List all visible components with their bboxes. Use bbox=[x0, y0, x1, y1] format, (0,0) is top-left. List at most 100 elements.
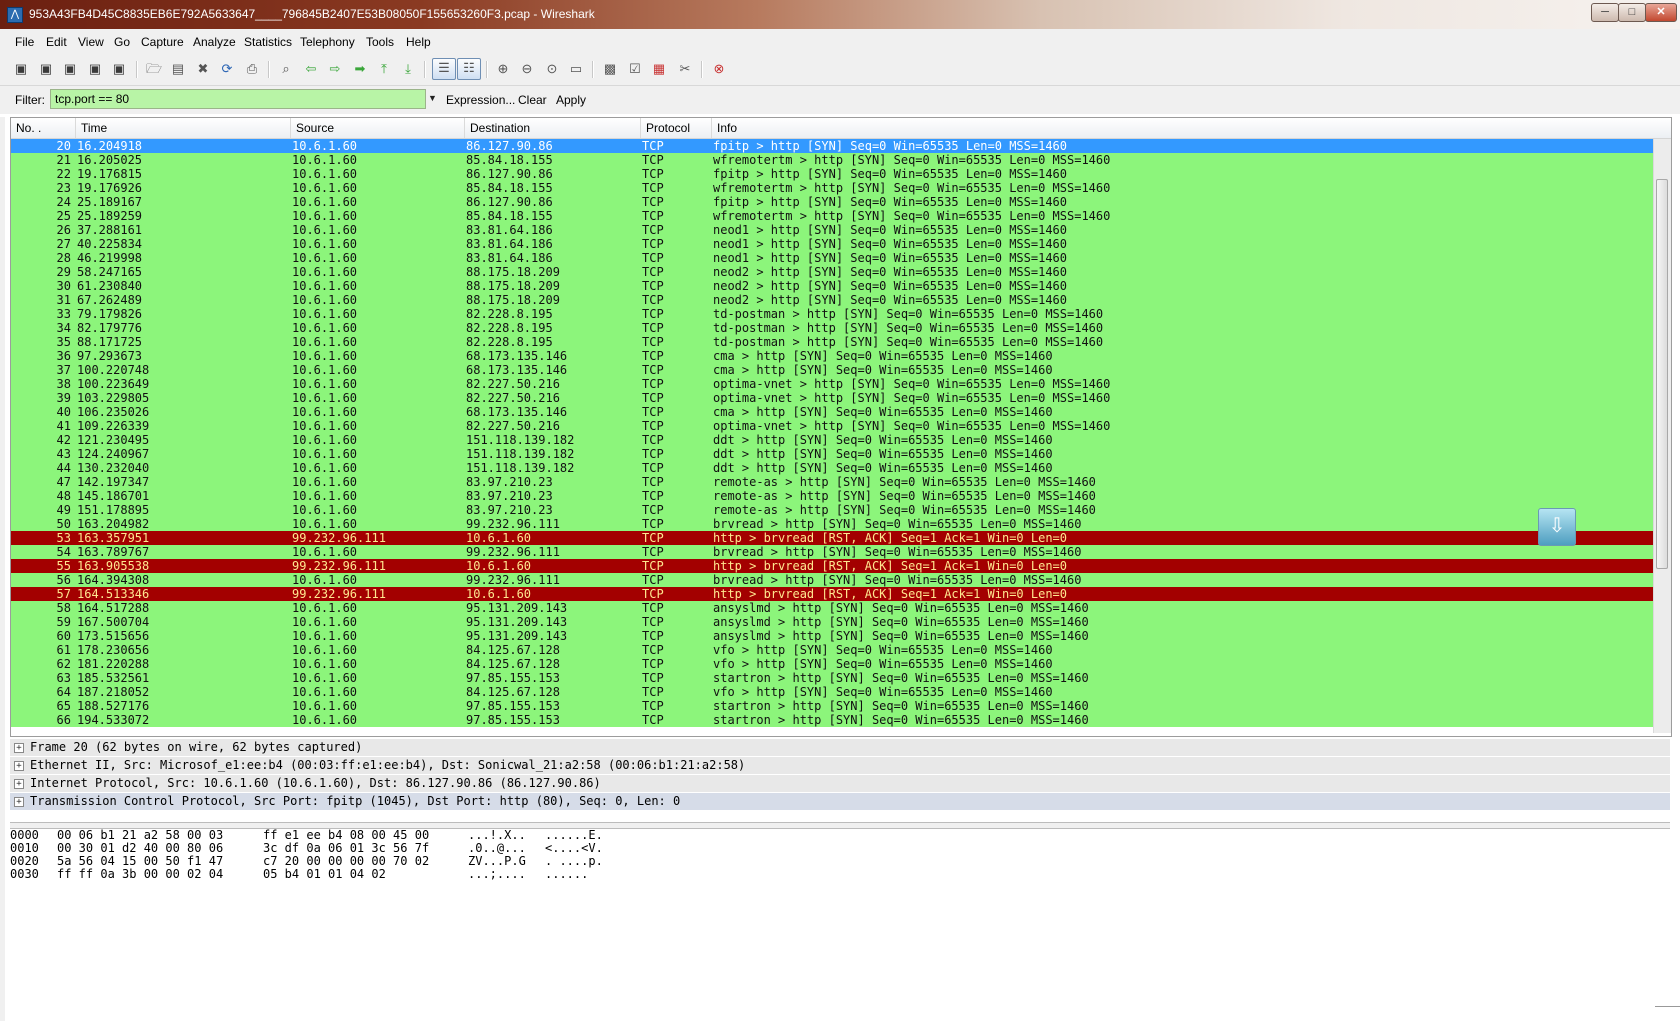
hex-line[interactable]: 0030 ff ff 0a 3b 00 00 02 04 05 b4 01 01 0… bbox=[10, 868, 1670, 881]
packet-row[interactable]: 33 79.179826 10.6.1.60 82.228.8.195 TCP td-po… bbox=[11, 307, 1671, 321]
packet-row[interactable]: 62 181.220288 10.6.1.60 84.125.67.128 TCP vfo… bbox=[11, 657, 1671, 671]
clear-button[interactable]: Clear bbox=[518, 93, 547, 107]
packet-row[interactable]: 58 164.517288 10.6.1.60 95.131.209.143 TCP an… bbox=[11, 601, 1671, 615]
packet-row[interactable]: 56 164.394308 10.6.1.60 99.232.96.111 TCP brv… bbox=[11, 573, 1671, 587]
menu-telephony[interactable]: Telephony bbox=[300, 35, 355, 49]
column-protocol[interactable]: Protocol bbox=[641, 118, 712, 138]
column-time[interactable]: Time bbox=[76, 118, 291, 138]
detail-tree-item[interactable]: + Transmission Control Protocol, Src Port… bbox=[10, 793, 1670, 811]
packet-row[interactable]: 65 188.527176 10.6.1.60 97.85.155.153 TCP sta… bbox=[11, 699, 1671, 713]
packet-row[interactable]: 35 88.171725 10.6.1.60 82.228.8.195 TCP td-po… bbox=[11, 335, 1671, 349]
packet-list-scrollbar[interactable] bbox=[1653, 139, 1671, 733]
packet-row[interactable]: 41 109.226339 10.6.1.60 82.227.50.216 TCP opt… bbox=[11, 419, 1671, 433]
menu-file[interactable]: File bbox=[15, 35, 34, 49]
packet-row[interactable]: 24 25.189167 10.6.1.60 86.127.90.86 TCP fpitp… bbox=[11, 195, 1671, 209]
apply-button[interactable]: Apply bbox=[556, 93, 586, 107]
filter-input[interactable] bbox=[50, 89, 426, 109]
packet-row[interactable]: 60 173.515656 10.6.1.60 95.131.209.143 TCP an… bbox=[11, 629, 1671, 643]
packet-row[interactable]: 25 25.189259 10.6.1.60 85.84.18.155 TCP wfrem… bbox=[11, 209, 1671, 223]
menu-view[interactable]: View bbox=[78, 35, 104, 49]
hex-line[interactable]: 0010 00 30 01 d2 40 00 80 06 3c df 0a 06 0… bbox=[10, 842, 1670, 855]
packet-row[interactable]: 36 97.293673 10.6.1.60 68.173.135.146 TCP cma… bbox=[11, 349, 1671, 363]
minimize-button[interactable]: ─ bbox=[1591, 3, 1619, 22]
close-file-icon[interactable]: ✖ bbox=[194, 60, 212, 78]
packet-row[interactable]: 50 163.204982 10.6.1.60 99.232.96.111 TCP brv… bbox=[11, 517, 1671, 531]
packet-row[interactable]: 64 187.218052 10.6.1.60 84.125.67.128 TCP vfo… bbox=[11, 685, 1671, 699]
print-icon[interactable]: ⎙ bbox=[243, 60, 261, 78]
auto-scroll-icon[interactable]: ☷ bbox=[457, 58, 481, 80]
packet-row[interactable]: 20 16.204918 10.6.1.60 86.127.90.86 TCP fpitp… bbox=[11, 139, 1671, 153]
first-packet-icon[interactable]: ⤒ bbox=[375, 60, 393, 78]
colorize-icon[interactable]: ☰ bbox=[432, 58, 456, 80]
packet-row[interactable]: 53 163.357951 99.232.96.111 10.6.1.60 TCP htt… bbox=[11, 531, 1671, 545]
packet-row[interactable]: 22 19.176815 10.6.1.60 86.127.90.86 TCP fpitp… bbox=[11, 167, 1671, 181]
preferences-icon[interactable]: ✂ bbox=[676, 60, 694, 78]
packet-row[interactable]: 48 145.186701 10.6.1.60 83.97.210.23 TCP remo… bbox=[11, 489, 1671, 503]
reload-icon[interactable]: ⟳ bbox=[218, 60, 236, 78]
display-filters-icon[interactable]: ☑ bbox=[626, 60, 644, 78]
go-to-packet-icon[interactable]: ➡ bbox=[351, 60, 369, 78]
go-back-icon[interactable]: ⇦ bbox=[302, 60, 320, 78]
packet-row[interactable]: 44 130.232040 10.6.1.60 151.118.139.182 TCP d… bbox=[11, 461, 1671, 475]
scroll-to-end-icon[interactable]: ⇩ bbox=[1538, 508, 1576, 546]
capture-start-icon[interactable]: ▣ bbox=[61, 60, 79, 78]
menu-edit[interactable]: Edit bbox=[46, 35, 67, 49]
expand-plus-icon[interactable]: + bbox=[14, 797, 24, 807]
menu-tools[interactable]: Tools bbox=[366, 35, 394, 49]
capture-restart-icon[interactable]: ▣ bbox=[110, 60, 128, 78]
find-packet-icon[interactable]: ⌕ bbox=[277, 60, 295, 78]
packet-row[interactable]: 40 106.235026 10.6.1.60 68.173.135.146 TCP cm… bbox=[11, 405, 1671, 419]
maximize-button[interactable]: □ bbox=[1618, 3, 1646, 22]
packet-row[interactable]: 23 19.176926 10.6.1.60 85.84.18.155 TCP wfrem… bbox=[11, 181, 1671, 195]
filter-dropdown-icon[interactable]: ▼ bbox=[428, 93, 437, 103]
packet-row[interactable]: 38 100.223649 10.6.1.60 82.227.50.216 TCP opt… bbox=[11, 377, 1671, 391]
detail-tree-item[interactable]: + Frame 20 (62 bytes on wire, 62 bytes ca… bbox=[10, 739, 1670, 757]
capture-filters-icon[interactable]: ▩ bbox=[601, 60, 619, 78]
zoom-in-icon[interactable]: ⊕ bbox=[494, 60, 512, 78]
packet-row[interactable]: 54 163.789767 10.6.1.60 99.232.96.111 TCP brv… bbox=[11, 545, 1671, 559]
packet-row[interactable]: 39 103.229805 10.6.1.60 82.227.50.216 TCP opt… bbox=[11, 391, 1671, 405]
resize-grip[interactable] bbox=[1655, 1006, 1680, 1007]
column-source[interactable]: Source bbox=[291, 118, 465, 138]
hex-line[interactable]: 0020 5a 56 04 15 00 50 f1 47 c7 20 00 00 0… bbox=[10, 855, 1670, 868]
packet-row[interactable]: 61 178.230656 10.6.1.60 84.125.67.128 TCP vfo… bbox=[11, 643, 1671, 657]
menu-analyze[interactable]: Analyze bbox=[193, 35, 236, 49]
save-file-icon[interactable]: ▤ bbox=[169, 60, 187, 78]
packet-row[interactable]: 27 40.225834 10.6.1.60 83.81.64.186 TCP neod1… bbox=[11, 237, 1671, 251]
scrollbar-thumb[interactable] bbox=[1656, 179, 1668, 569]
zoom-normal-icon[interactable]: ⊙ bbox=[543, 60, 561, 78]
packet-row[interactable]: 26 37.288161 10.6.1.60 83.81.64.186 TCP neod1… bbox=[11, 223, 1671, 237]
menu-statistics[interactable]: Statistics bbox=[244, 35, 292, 49]
menu-help[interactable]: Help bbox=[406, 35, 431, 49]
capture-stop-icon[interactable]: ▣ bbox=[86, 60, 104, 78]
packet-row[interactable]: 30 61.230840 10.6.1.60 88.175.18.209 TCP neod… bbox=[11, 279, 1671, 293]
packet-row[interactable]: 34 82.179776 10.6.1.60 82.228.8.195 TCP td-po… bbox=[11, 321, 1671, 335]
packet-row[interactable]: 43 124.240967 10.6.1.60 151.118.139.182 TCP d… bbox=[11, 447, 1671, 461]
detail-tree-item[interactable]: + Internet Protocol, Src: 10.6.1.60 (10.6… bbox=[10, 775, 1670, 793]
resize-columns-icon[interactable]: ▭ bbox=[567, 60, 585, 78]
packet-row[interactable]: 49 151.178895 10.6.1.60 83.97.210.23 TCP remo… bbox=[11, 503, 1671, 517]
packet-row[interactable]: 59 167.500704 10.6.1.60 95.131.209.143 TCP an… bbox=[11, 615, 1671, 629]
expression-button[interactable]: Expression... bbox=[446, 93, 515, 107]
menu-go[interactable]: Go bbox=[114, 35, 130, 49]
interfaces-icon[interactable]: ▣ bbox=[12, 60, 30, 78]
open-file-icon[interactable]: 🗁 bbox=[145, 60, 163, 78]
packet-row[interactable]: 31 67.262489 10.6.1.60 88.175.18.209 TCP neod… bbox=[11, 293, 1671, 307]
expand-plus-icon[interactable]: + bbox=[14, 779, 24, 789]
close-button[interactable]: ✕ bbox=[1645, 3, 1677, 22]
help-icon[interactable]: ⊗ bbox=[710, 60, 728, 78]
expand-plus-icon[interactable]: + bbox=[14, 761, 24, 771]
menu-capture[interactable]: Capture bbox=[141, 35, 184, 49]
packet-row[interactable]: 28 46.219998 10.6.1.60 83.81.64.186 TCP neod1… bbox=[11, 251, 1671, 265]
packet-row[interactable]: 66 194.533072 10.6.1.60 97.85.155.153 TCP sta… bbox=[11, 713, 1671, 727]
hex-line[interactable]: 0000 00 06 b1 21 a2 58 00 03 ff e1 ee b4 0… bbox=[10, 829, 1670, 842]
packet-row[interactable]: 21 16.205025 10.6.1.60 85.84.18.155 TCP wfrem… bbox=[11, 153, 1671, 167]
coloring-rules-icon[interactable]: ▦ bbox=[650, 60, 668, 78]
packet-row[interactable]: 37 100.220748 10.6.1.60 68.173.135.146 TCP cm… bbox=[11, 363, 1671, 377]
packet-row[interactable]: 55 163.905538 99.232.96.111 10.6.1.60 TCP htt… bbox=[11, 559, 1671, 573]
packet-row[interactable]: 29 58.247165 10.6.1.60 88.175.18.209 TCP neod… bbox=[11, 265, 1671, 279]
expand-plus-icon[interactable]: + bbox=[14, 743, 24, 753]
column-destination[interactable]: Destination bbox=[465, 118, 641, 138]
go-forward-icon[interactable]: ⇨ bbox=[326, 60, 344, 78]
last-packet-icon[interactable]: ⤓ bbox=[399, 60, 417, 78]
